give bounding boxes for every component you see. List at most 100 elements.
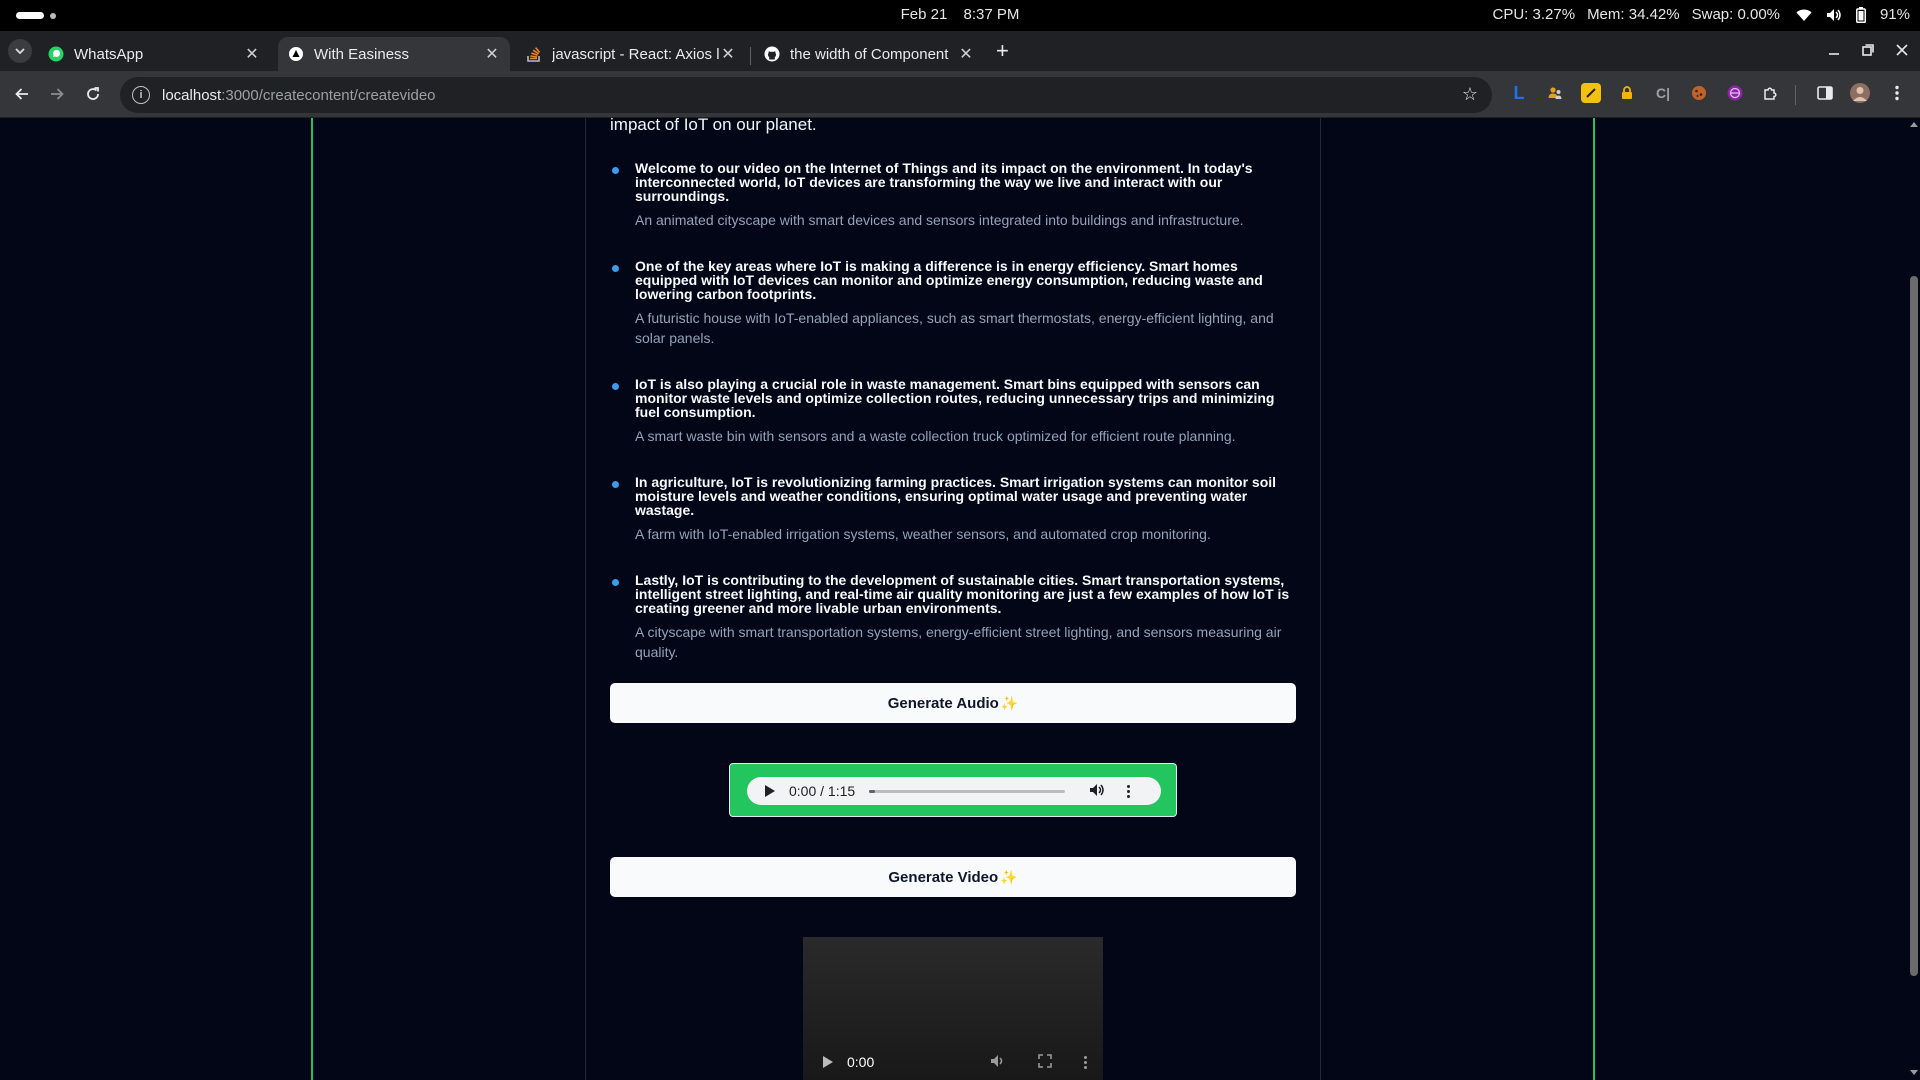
browser-toolbar: i localhost:3000/createcontent/createvid… [0,71,1920,118]
swap-stat: Swap: 0.00% [1691,6,1780,23]
generate-video-button[interactable]: Generate Video ✨ [610,857,1296,897]
tab-with-easiness[interactable]: With Easiness ✕ [278,37,510,71]
close-window-button[interactable] [1896,43,1908,61]
extension-pen-icon[interactable] [1581,83,1601,103]
system-tray[interactable]: 91% [1796,6,1910,23]
side-panel-icon[interactable] [1815,83,1835,103]
chevron-down-icon [15,48,25,54]
play-icon[interactable] [765,785,775,797]
scene-visual: An animated cityscape with smart devices… [635,212,1244,228]
mem-stat: Mem: 34.42% [1587,6,1680,23]
extensions-puzzle-icon[interactable] [1761,83,1781,103]
left-green-border [311,118,313,1080]
scene-visual: A farm with IoT-enabled irrigation syste… [635,526,1211,542]
tab-title: javascript - React: Axios l [552,45,720,63]
intro-text: impact of IoT on our planet. [610,118,817,134]
scene-item: One of the key areas where IoT is making… [610,259,1290,348]
bullet-icon [612,481,619,488]
forward-button[interactable] [46,83,68,105]
extension-c-icon[interactable]: C| [1653,83,1673,103]
minimize-icon [1829,53,1839,55]
generate-audio-label: Generate Audio [887,694,999,712]
extension-l-icon[interactable]: L [1509,83,1529,103]
battery-percent: 91% [1879,6,1910,23]
tab-whatsapp[interactable]: WhatsApp ✕ [38,37,270,71]
scene-narration: Lastly, IoT is contributing to the devel… [635,572,1290,616]
sparkles-icon: ✨ [1000,694,1019,711]
url-path: :3000/createcontent/createvideo [221,86,436,104]
audio-seek-bar[interactable] [869,789,1066,793]
close-icon[interactable]: ✕ [484,44,500,64]
reload-icon [87,87,99,100]
scene-item: Welcome to our video on the Internet of … [610,161,1290,230]
avatar[interactable] [1850,83,1870,103]
address-bar[interactable]: i localhost:3000/createcontent/createvid… [120,77,1492,113]
tab-search-button[interactable] [8,39,32,63]
close-icon[interactable]: ✕ [244,44,260,64]
extension-lock-icon[interactable] [1617,83,1637,103]
page-viewport: impact of IoT on our planet. Welcome to … [0,118,1908,1080]
url-text[interactable]: localhost:3000/createcontent/createvideo [162,87,436,104]
extension-cookie-icon[interactable] [1689,83,1709,103]
audio-more-options-icon[interactable] [1127,784,1131,798]
bullet-icon [612,383,619,390]
whatsapp-icon [48,46,64,62]
scene-visual: A cityscape with smart transportation sy… [635,624,1282,660]
scene-visual: A smart waste bin with sensors and a was… [635,428,1236,444]
kebab-menu-icon[interactable] [1887,83,1907,103]
video-controls: 0:00 [803,1047,1103,1077]
play-icon[interactable] [823,1056,833,1068]
new-tab-button[interactable]: + [996,40,1009,62]
reload-button[interactable] [82,83,104,105]
close-icon [1896,44,1908,56]
system-top-bar: Feb 21 8:37 PM CPU: 3.27% Mem: 34.42% Sw… [0,0,1920,31]
audio-player[interactable]: 0:00 / 1:15 [747,777,1161,805]
scroll-up-arrow-icon[interactable] [1910,122,1918,127]
tab-stackoverflow[interactable]: javascript - React: Axios l ✕ [516,37,746,71]
github-icon [764,46,780,62]
scene-item: Lastly, IoT is contributing to the devel… [610,573,1290,662]
page-scrollbar[interactable] [1908,118,1920,1080]
audio-container: 0:00 / 1:15 [729,763,1177,817]
scene-narration: In agriculture, IoT is revolutionizing f… [635,474,1277,518]
close-icon[interactable]: ✕ [958,44,974,64]
close-icon[interactable]: ✕ [720,44,736,64]
time-label: 8:37 PM [963,6,1020,23]
url-host: localhost [162,86,222,104]
tab-title: WhatsApp [74,45,144,63]
video-player[interactable]: 0:00 [803,937,1103,1080]
volume-icon [1826,8,1842,22]
audio-progress-fill [869,789,876,793]
bookmark-star-icon[interactable]: ☆ [1462,84,1478,105]
sparkles-icon: ✨ [1000,868,1018,885]
stackoverflow-icon [526,46,542,62]
info-icon[interactable]: i [132,86,150,104]
date-label: Feb 21 [900,6,948,23]
scrollbar-thumb[interactable] [1910,276,1918,976]
fullscreen-icon[interactable] [1038,1053,1053,1071]
volume-icon[interactable] [990,1054,1006,1071]
generate-video-label: Generate Video [888,868,999,886]
back-button[interactable] [11,83,33,105]
tab-strip: WhatsApp ✕ With Easiness ✕ javascript - … [0,31,1920,71]
tab-github[interactable]: the width of Component ✕ [754,37,984,71]
video-more-options-icon[interactable] [1084,1055,1088,1069]
system-monitor: CPU: 3.27% Mem: 34.42% Swap: 0.00% [1493,6,1780,23]
tab-title: With Easiness [314,45,410,63]
scene-narration: One of the key areas where IoT is making… [635,258,1263,302]
content-panel: impact of IoT on our planet. Welcome to … [585,118,1321,1080]
bullet-icon [612,265,619,272]
audio-time: 0:00 / 1:15 [789,783,856,799]
cpu-stat: CPU: 3.27% [1492,6,1576,23]
scene-item: In agriculture, IoT is revolutionizing f… [610,475,1290,544]
generate-audio-button[interactable]: Generate Audio ✨ [610,683,1296,723]
scroll-down-arrow-icon[interactable] [1910,1070,1918,1075]
extension-globe-icon[interactable] [1725,83,1745,103]
restore-button[interactable] [1862,43,1874,61]
extension-people-icon[interactable] [1545,83,1565,103]
volume-icon[interactable] [1089,783,1105,800]
wifi-icon [1796,8,1812,22]
bullet-icon [612,167,619,174]
minimize-button[interactable] [1828,43,1840,61]
bullet-icon [612,579,619,586]
